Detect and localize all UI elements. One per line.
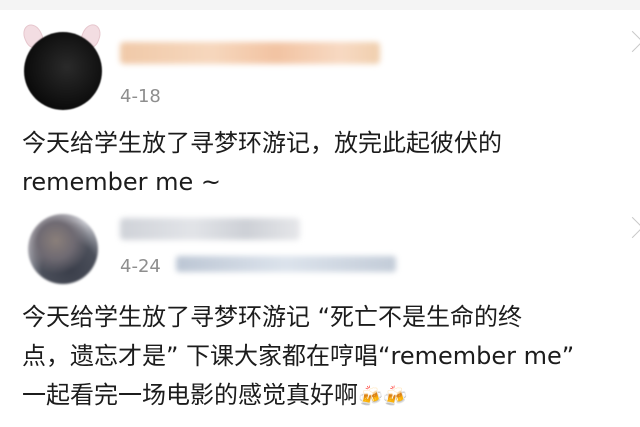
post-text-line: 今天给学生放了寻梦环游记，放完此起彼伏的 (22, 129, 502, 157)
post-text-line: remember me ~ (22, 168, 222, 196)
chevron-right-icon[interactable] (621, 216, 640, 239)
post-meta-blurred (176, 256, 396, 272)
post-text: 今天给学生放了寻梦环游记 “死亡不是生命的终 点，遗忘才是” 下课大家都在哼唱“… (22, 298, 632, 416)
top-divider-bar (0, 0, 640, 10)
post-text-line: 一起看完一场电影的感觉真好啊 (22, 381, 358, 409)
username-blurred[interactable] (120, 218, 300, 240)
beer-emoji-icon: 🍻🍻 (358, 384, 408, 408)
avatar[interactable] (24, 32, 102, 110)
post-date: 4-18 (120, 86, 161, 107)
avatar[interactable] (28, 214, 98, 284)
comment-post: 4-24 今天给学生放了寻梦环游记 “死亡不是生命的终 点，遗忘才是” 下课大家… (0, 204, 640, 427)
post-text-line: 点，遗忘才是” 下课大家都在哼唱“remember me” (22, 342, 575, 370)
comment-post: 4-18 今天给学生放了寻梦环游记，放完此起彼伏的 remember me ~ (0, 12, 640, 208)
chevron-right-icon[interactable] (621, 30, 640, 53)
post-text: 今天给学生放了寻梦环游记，放完此起彼伏的 remember me ~ (22, 124, 632, 202)
post-text-line: 今天给学生放了寻梦环游记 “死亡不是生命的终 (22, 303, 523, 331)
post-date: 4-24 (120, 256, 161, 277)
username-blurred[interactable] (120, 42, 380, 64)
